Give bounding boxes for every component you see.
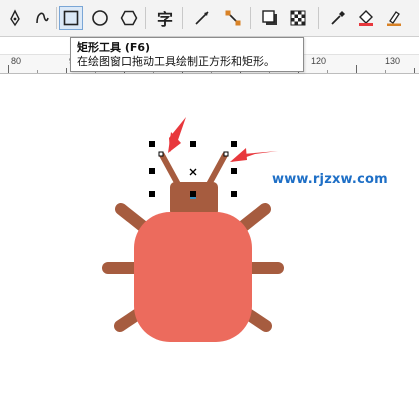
dimension-tool-button[interactable]	[190, 6, 214, 30]
watermark-text: www.rjzxw.com	[272, 172, 388, 187]
selection-handle[interactable]	[149, 191, 155, 197]
ellipse-tool-button[interactable]	[88, 6, 112, 30]
pointer-arrow-icon	[230, 148, 247, 162]
connector-icon	[225, 10, 241, 26]
freehand-tool-button[interactable]	[3, 6, 27, 30]
pen-nib-icon	[10, 9, 20, 27]
rectangle-icon	[63, 10, 79, 26]
rectangle-tool-tooltip: 矩形工具 (F6) 在绘图窗口拖动工具绘制正方形和矩形。	[70, 37, 304, 72]
bug-body[interactable]	[134, 212, 252, 342]
outline-tool-button[interactable]	[382, 6, 406, 30]
tooltip-description: 在绘图窗口拖动工具绘制正方形和矩形。	[77, 55, 275, 68]
drawing-canvas[interactable]	[0, 73, 419, 414]
artistic-media-tool-button[interactable]	[30, 6, 54, 30]
eyedropper-icon	[331, 11, 345, 25]
ruler-label: 120	[311, 56, 327, 66]
node-handle[interactable]	[158, 151, 164, 157]
diagonal-line-icon	[195, 11, 209, 25]
selection-handle[interactable]	[231, 141, 237, 147]
selection-handle[interactable]	[149, 141, 155, 147]
hexagon-icon	[120, 10, 138, 26]
outline-pen-icon	[387, 11, 401, 26]
drop-shadow-icon	[262, 10, 277, 25]
text-icon: 字	[156, 10, 173, 29]
selection-handle[interactable]	[190, 141, 196, 147]
text-tool-button[interactable]: 字	[153, 6, 177, 30]
tooltip-title: 矩形工具 (F6)	[77, 41, 151, 54]
transparency-tool-button[interactable]	[286, 6, 310, 30]
eyedropper-tool-button[interactable]	[326, 6, 350, 30]
connector-tool-button[interactable]	[221, 6, 245, 30]
ellipse-icon	[92, 10, 108, 26]
selection-handle[interactable]	[231, 168, 237, 174]
ruler-label: 130	[385, 56, 401, 66]
drop-shadow-tool-button[interactable]	[258, 6, 282, 30]
selection-handle[interactable]	[190, 191, 196, 197]
checkerboard-icon	[290, 10, 306, 26]
center-x-icon	[189, 168, 197, 176]
node-handle[interactable]	[223, 151, 229, 157]
polygon-tool-button[interactable]	[117, 6, 141, 30]
bug-drawing	[102, 117, 284, 342]
fill-tool-button[interactable]	[354, 6, 378, 30]
rectangle-tool-button[interactable]	[59, 6, 83, 30]
paint-bucket-icon	[359, 10, 373, 26]
ruler-label: 80	[11, 56, 22, 66]
toolbar: 字	[0, 0, 419, 37]
selection-handle[interactable]	[149, 168, 155, 174]
selection-handle[interactable]	[231, 191, 237, 197]
curve-icon	[36, 12, 49, 24]
